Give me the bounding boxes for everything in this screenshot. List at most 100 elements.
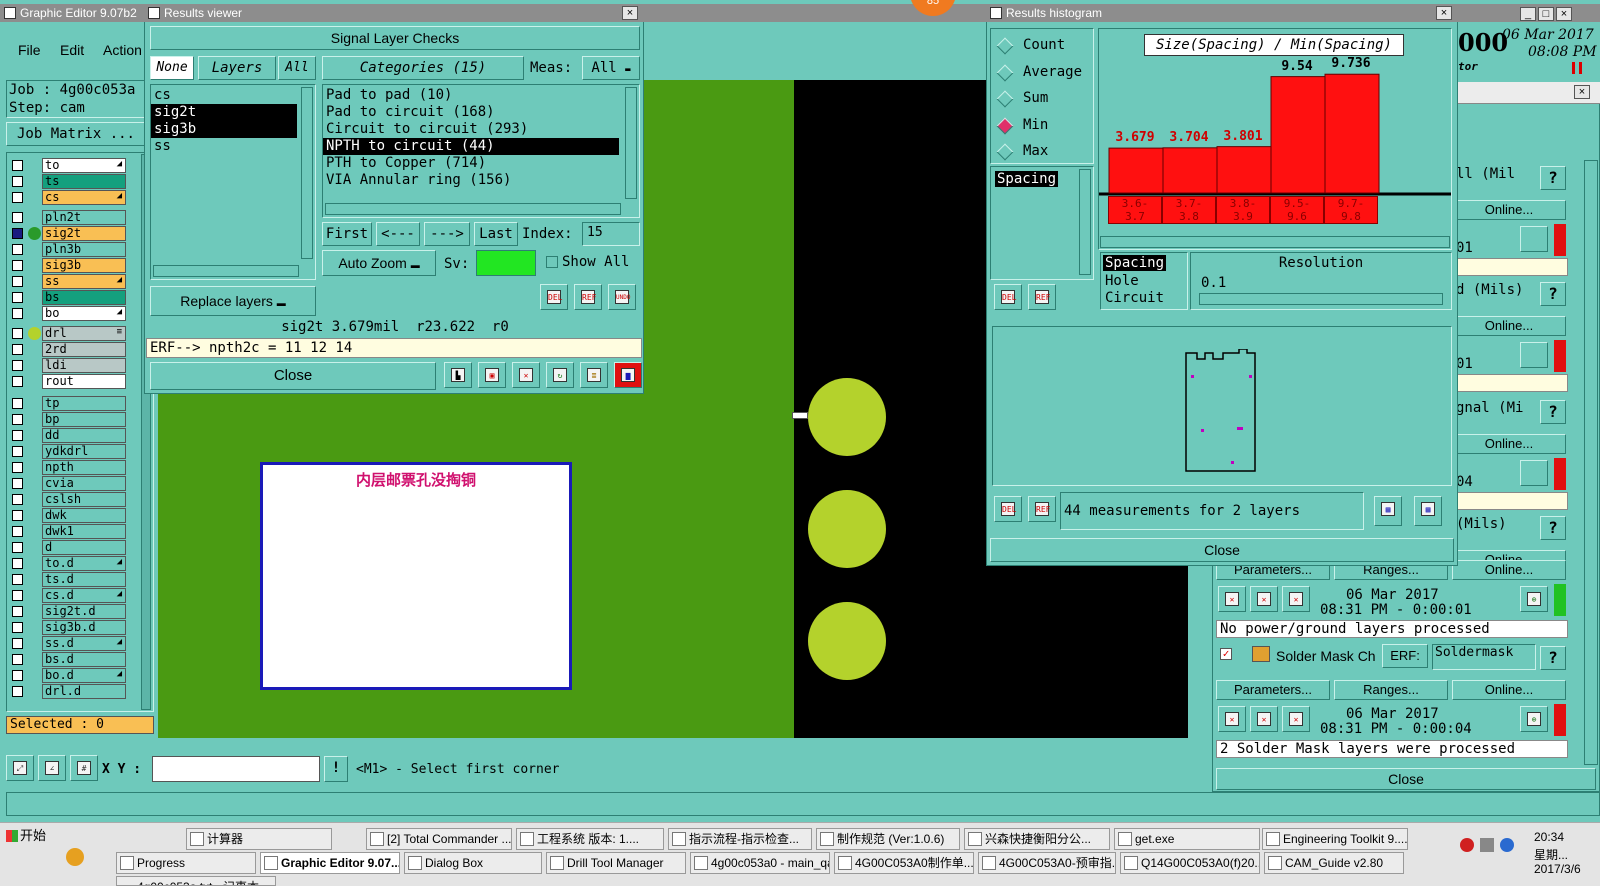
taskbar-item[interactable]: Q14G00C053A0(f)20... (1120, 852, 1260, 874)
layer-name[interactable]: pln2t (42, 210, 126, 225)
taskbar-item[interactable]: 指示流程-指示检查... (668, 828, 812, 850)
hist-del-icon[interactable]: DEL (994, 284, 1022, 310)
layer-row[interactable]: ss ◢ (10, 274, 126, 289)
layer-name[interactable]: 2rd (42, 342, 126, 357)
histogram-bar[interactable] (1108, 147, 1164, 194)
layer-row[interactable]: drl ≡ (10, 326, 126, 341)
measure-item-spacing[interactable]: Spacing (995, 171, 1059, 187)
export-icon-2[interactable]: ▦ (1414, 496, 1442, 526)
layer-checkbox[interactable] (12, 606, 23, 617)
histogram-titlebar[interactable]: Results histogram (986, 4, 1458, 22)
layer-checkbox[interactable] (12, 260, 23, 271)
solder-run-icon-3[interactable]: ✕ (1282, 706, 1310, 732)
layer-checkbox[interactable] (12, 192, 23, 203)
run-icon-3[interactable]: ✕ (1282, 586, 1310, 612)
solder-online-button[interactable]: Online... (1452, 680, 1566, 700)
tray-icon-2[interactable] (1480, 838, 1494, 852)
layer-row[interactable]: sig3b (10, 258, 126, 273)
layer-checkbox[interactable] (12, 526, 23, 537)
zoom-result-icon[interactable] (1520, 226, 1548, 252)
measure-tool-icon[interactable]: ∠ (38, 755, 66, 781)
first-button[interactable]: First (322, 222, 372, 246)
layer-checkbox[interactable] (12, 670, 23, 681)
taskbar-item[interactable]: CAM_Guide v2.80 (1264, 852, 1404, 874)
categories-vscroll[interactable] (625, 87, 637, 199)
layer-row[interactable]: bs.d (10, 652, 126, 667)
taskbar-item[interactable]: 4g00c053a.txt - 记事本 (116, 876, 276, 886)
layer-row[interactable]: to.d ◢ (10, 556, 126, 571)
type-listbox[interactable]: Spacing Hole Circuit (1100, 252, 1188, 310)
layer-checkbox[interactable] (12, 654, 23, 665)
category-item[interactable]: NPTH to circuit (44) (323, 138, 619, 155)
zoom-result-icon[interactable] (1520, 460, 1548, 486)
taskbar-item[interactable]: 计算器 (186, 828, 332, 850)
layer-checkbox[interactable] (12, 590, 23, 601)
tray-icon-3[interactable] (1500, 838, 1514, 852)
zoom-tool-icon[interactable]: ⤢ (6, 755, 34, 781)
radio-icon[interactable] (996, 117, 1014, 134)
aggregate-option[interactable]: Count (991, 33, 1091, 59)
results-viewer-close-button[interactable]: Close (150, 362, 436, 390)
taskbar-item[interactable]: Graphic Editor 9.07... (260, 852, 400, 874)
online-button[interactable]: Online... (1452, 316, 1566, 336)
layer-name[interactable]: drl.d (42, 684, 126, 699)
layer-name[interactable]: cs (42, 190, 126, 205)
layer-checkbox[interactable] (12, 292, 23, 303)
layer-name[interactable]: rout (42, 374, 126, 389)
next-button[interactable]: ---> (424, 222, 470, 246)
type-item-spacing[interactable]: Spacing (1103, 255, 1167, 271)
layer-name[interactable]: drl (42, 326, 126, 341)
layer-list-item[interactable]: sig2t (151, 104, 297, 121)
categories-button[interactable]: Categories (15) (322, 56, 524, 80)
histogram-bar[interactable] (1324, 73, 1380, 194)
layer-name[interactable]: sig2t.d (42, 604, 126, 619)
layer-name[interactable]: dwk (42, 508, 126, 523)
layer-checkbox[interactable] (12, 558, 23, 569)
menu-edit[interactable]: Edit (60, 42, 84, 58)
ref-icon[interactable]: REF (574, 284, 602, 310)
run-icon-1[interactable]: ✕ (1218, 586, 1246, 612)
hist-ref-icon[interactable]: REF (1028, 284, 1056, 310)
pause-icon[interactable] (1572, 62, 1582, 74)
layer-checkbox[interactable] (12, 398, 23, 409)
zoom-result-icon-power[interactable]: ⊕ (1520, 586, 1548, 612)
measure-listbox[interactable]: Spacing (990, 166, 1094, 280)
layer-checkbox[interactable] (12, 244, 23, 255)
layer-row[interactable]: to ◢ (10, 158, 126, 173)
layer-list-item[interactable]: cs (151, 87, 297, 104)
layer-listbox-vscroll[interactable] (301, 87, 313, 259)
del-icon[interactable]: DEL (540, 284, 568, 310)
replace-layers-button[interactable]: Replace layers ▬ (150, 286, 316, 316)
layer-row[interactable]: bo ◢ (10, 306, 126, 321)
layer-row[interactable]: pln3b (10, 242, 126, 257)
layer-name[interactable]: bp (42, 412, 126, 427)
layer-checkbox[interactable] (12, 574, 23, 585)
layer-name[interactable]: ts (42, 174, 126, 189)
maximize-button[interactable]: □ (1538, 7, 1554, 21)
category-item[interactable]: VIA Annular ring (156) (323, 172, 619, 189)
results-viewer-close-x[interactable]: × (622, 6, 638, 20)
minimize-button[interactable]: _ (1520, 7, 1536, 21)
export-icon-1[interactable]: ▦ (1374, 496, 1402, 526)
layer-name[interactable]: ts.d (42, 572, 126, 587)
close-main-button[interactable]: × (1556, 7, 1572, 21)
layer-row[interactable]: sig2t (10, 226, 126, 241)
aggregate-option[interactable]: Average (991, 60, 1091, 86)
layer-row[interactable]: ts.d (10, 572, 126, 587)
menu-action[interactable]: Action (103, 42, 142, 58)
layer-name[interactable]: d (42, 540, 126, 555)
histogram-bar[interactable] (1162, 147, 1218, 194)
layer-listbox[interactable]: cs sig2t sig3b ss (150, 84, 316, 280)
layer-name[interactable]: ss.d (42, 636, 126, 651)
taskbar-item[interactable]: Progress (116, 852, 256, 874)
auto-zoom-select[interactable]: Auto Zoom ▬ (322, 250, 436, 276)
histogram-bar[interactable] (1270, 76, 1326, 194)
histogram-bar[interactable] (1216, 146, 1272, 194)
layer-name[interactable]: pln3b (42, 242, 126, 257)
checklist-close-button[interactable]: Close (1216, 768, 1596, 790)
layer-row[interactable]: sig2t.d (10, 604, 126, 619)
layer-checkbox[interactable] (12, 478, 23, 489)
category-item[interactable]: PTH to Copper (714) (323, 155, 619, 172)
viewer-tool-icon-3[interactable]: ✕ (512, 362, 540, 388)
radio-icon[interactable] (996, 90, 1014, 108)
